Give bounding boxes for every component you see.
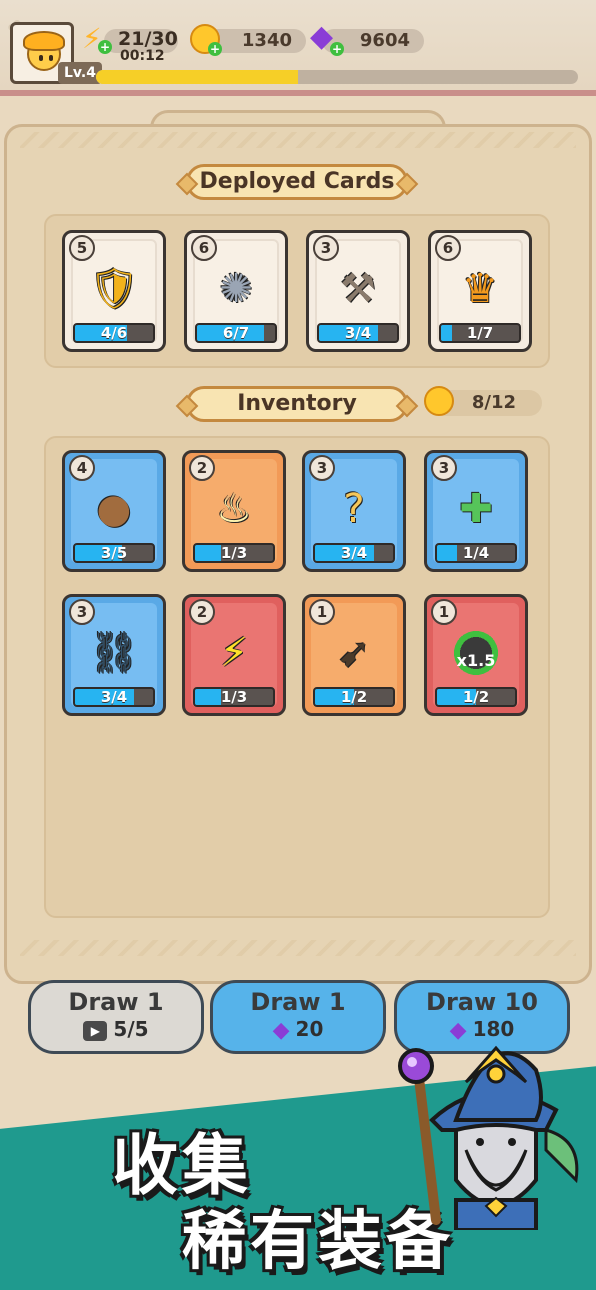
- gem-value: 9604: [359, 30, 410, 51]
- card-cost-badge: 3: [431, 455, 457, 481]
- draw-1-gem-label: Draw 1: [250, 988, 346, 1016]
- card-progress-bar: 1/2: [435, 687, 517, 707]
- card-progress-text: 1/7: [466, 324, 494, 342]
- draw-10-label: Draw 10: [426, 988, 538, 1016]
- player-level: Lv.4: [58, 62, 102, 84]
- xp-bar-fill: [96, 70, 299, 84]
- card-progress-text: 1/3: [220, 688, 248, 706]
- gem-cost-icon: ◆: [272, 1018, 290, 1043]
- card-progress-text: 3/4: [344, 324, 372, 342]
- card-progress-bar: 4/6: [73, 323, 155, 343]
- card-cost-badge: 3: [69, 599, 95, 625]
- card-progress-bar: 3/4: [73, 687, 155, 707]
- xp-bar: [96, 70, 578, 84]
- deployed-card[interactable]: 6 ✺ 6/7: [184, 230, 288, 352]
- hammer-upgrade-icon: ⚒: [340, 266, 376, 312]
- inventory-card[interactable]: 1 x1.5 1/2: [424, 594, 528, 716]
- panel-border-decoration: [20, 940, 576, 956]
- add-coins-icon[interactable]: +: [208, 42, 222, 56]
- energy-value: 21/30: [118, 28, 178, 50]
- card-cost-badge: 1: [309, 599, 335, 625]
- card-progress-bar: 1/4: [435, 543, 517, 563]
- inventory-coin-icon: [424, 386, 454, 416]
- card-progress-text: 6/7: [222, 324, 250, 342]
- card-cost-badge: 5: [69, 235, 95, 261]
- inventory-card[interactable]: 2 ♨ 1/3: [182, 450, 286, 572]
- card-progress-text: 3/4: [340, 544, 368, 562]
- inventory-card[interactable]: 3 ✚ 1/4: [424, 450, 528, 572]
- deployed-card[interactable]: 6 ♛ 1/7: [428, 230, 532, 352]
- card-progress-bar: 1/3: [193, 687, 275, 707]
- inventory-card[interactable]: 3 ⛓ 3/4: [62, 594, 166, 716]
- card-cost-badge: 2: [189, 599, 215, 625]
- card-cost-badge: 1: [431, 599, 457, 625]
- card-progress-bar: 3/4: [317, 323, 399, 343]
- card-cost-badge: 3: [309, 455, 335, 481]
- deployed-card[interactable]: 3 ⚒ 3/4: [306, 230, 410, 352]
- inventory-card[interactable]: 4 ● 3/5: [62, 450, 166, 572]
- card-progress-text: 3/4: [100, 688, 128, 706]
- draw-1-label: Draw 1: [68, 988, 164, 1016]
- card-cost-badge: 6: [435, 235, 461, 261]
- draw-1-gem-button[interactable]: Draw 1 ◆ 20: [210, 980, 386, 1054]
- level-up-hero-icon: ♛: [462, 266, 498, 312]
- wreath-gem-icon: ✺: [219, 266, 253, 312]
- inventory-card[interactable]: 3? 3/4: [302, 450, 406, 572]
- top-bar: ✿ Lv.4 ⚡ + 21/30 00:12 1340 + 9604 ◆ +: [0, 0, 596, 96]
- card-progress-bar: 6/7: [195, 323, 277, 343]
- card-cost-badge: 2: [189, 455, 215, 481]
- energy-timer: 00:12: [120, 48, 165, 64]
- card-cost-badge: 4: [69, 455, 95, 481]
- lightning-icon: ⚡: [219, 630, 249, 676]
- card-cost-badge: 6: [191, 235, 217, 261]
- speed-multiplier-label: x1.5: [456, 651, 496, 670]
- card-progress-text: 1/2: [340, 688, 368, 706]
- heal-potion-icon: ✚: [459, 486, 493, 532]
- card-cost-badge: 3: [313, 235, 339, 261]
- dash-hero-icon: ➹: [337, 630, 371, 676]
- card-progress-text: 4/6: [100, 324, 128, 342]
- card-progress-bar: 3/5: [73, 543, 155, 563]
- deployed-cards-title: Deployed Cards: [186, 164, 408, 200]
- add-energy-icon[interactable]: +: [98, 40, 112, 54]
- avatar-hair: [23, 31, 65, 51]
- coin-value: 1340: [241, 30, 292, 51]
- inventory-card[interactable]: 1 ➹ 1/2: [302, 594, 406, 716]
- add-gems-icon[interactable]: +: [330, 42, 344, 56]
- deployed-card[interactable]: 5 🛡 4/6: [62, 230, 166, 352]
- card-progress-text: 3/5: [100, 544, 128, 562]
- mystery-hero-icon: ?: [343, 486, 365, 532]
- chain-lightning-icon: ⛓: [88, 630, 140, 676]
- free-draw-count: 5/5: [113, 1017, 149, 1041]
- card-progress-bar: 3/4: [313, 543, 395, 563]
- wizard-mascot-icon: [398, 1045, 579, 1230]
- money-bag-icon: ●: [96, 486, 132, 532]
- shield-plus-icon: 🛡: [88, 266, 140, 312]
- speed-x15-icon: x1.5: [427, 627, 525, 679]
- card-progress-bar: 1/2: [313, 687, 395, 707]
- avatar-eye: [49, 55, 53, 61]
- panel-border-decoration: [20, 132, 576, 148]
- card-progress-text: 1/3: [220, 544, 248, 562]
- card-progress-bar: 1/3: [193, 543, 275, 563]
- draw-1-gem-cost: 20: [295, 1017, 324, 1041]
- video-play-icon: ▶: [83, 1020, 108, 1041]
- fire-hero-icon: ♨: [216, 486, 252, 532]
- avatar-eye: [39, 55, 43, 61]
- card-progress-bar: 1/7: [439, 323, 521, 343]
- inventory-title: Inventory: [186, 386, 408, 422]
- inventory-card[interactable]: 2 ⚡ 1/3: [182, 594, 286, 716]
- draw-1-free-button[interactable]: Draw 1 ▶ 5/5: [28, 980, 204, 1054]
- card-progress-text: 1/4: [462, 544, 490, 562]
- card-progress-text: 1/2: [462, 688, 490, 706]
